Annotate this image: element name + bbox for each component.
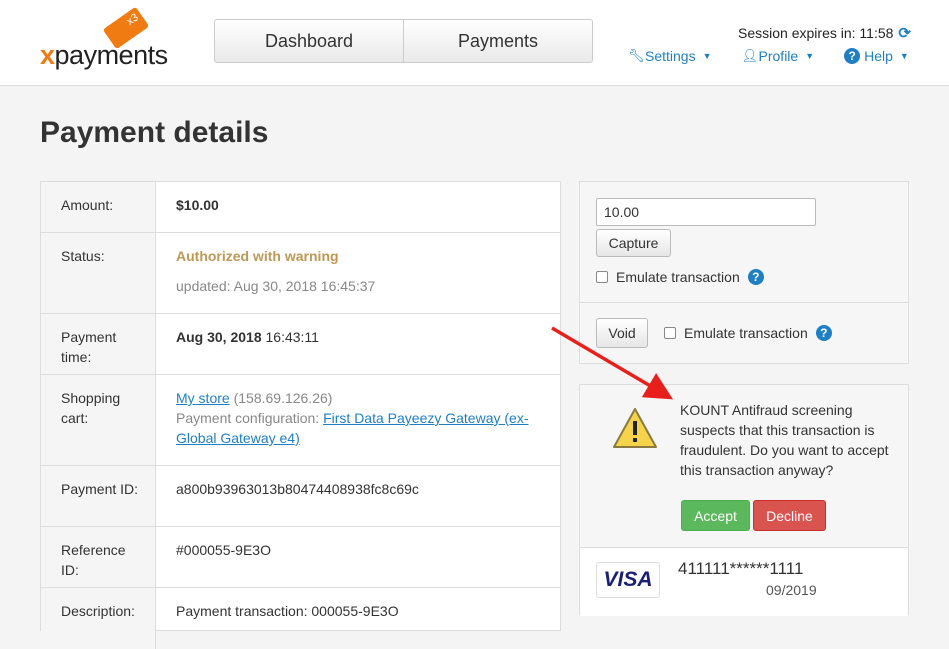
settings-menu[interactable]: 🔧︎ Settings ▼ [628,48,712,64]
payment-id-value: a800b93963013b80474408938fc8c69c [176,481,419,497]
payment-id-label: Payment ID: [41,466,156,526]
capture-button[interactable]: Capture [596,229,671,257]
status-updated: updated: Aug 30, 2018 16:45:37 [176,278,376,294]
visa-card-icon: VISA [596,562,660,598]
panel-divider [580,302,908,303]
description-value: Payment transaction: 000055-9E3O [176,603,399,619]
shopping-cart-label: Shopping cart: [41,375,156,465]
warning-icon [613,408,657,448]
profile-menu[interactable]: 👤︎ Profile ▼ [742,48,815,64]
panel-divider [580,547,908,548]
wrench-icon: 🔧︎ [628,48,645,63]
store-ip: (158.69.126.26) [233,390,333,406]
capture-amount-input[interactable] [596,198,816,226]
checkbox-icon[interactable] [664,327,676,339]
emulate-void-label: Emulate transaction [684,325,808,341]
status-value: Authorized with warning [176,248,339,264]
table-row-amount: Amount: $10.00 [41,182,560,233]
xpayments-logo[interactable]: x3 xpayments [40,6,175,70]
amount-label: Amount: [41,182,156,232]
table-row-reference-id: Reference ID: #000055-9E3O [41,527,560,588]
profile-label: Profile [758,48,799,64]
description-label: Description: [41,588,156,649]
emulate-capture-label: Emulate transaction [616,269,740,285]
payment-time-label: Payment time: [41,314,156,374]
capture-void-panel: Capture Emulate transaction ? Void Emula… [579,181,909,364]
payment-details-table: Amount: $10.00 Status: Authorized with w… [40,181,561,649]
table-row-shopping-cart: Shopping cart: My store (158.69.126.26) … [41,375,560,466]
reference-id-label: Reference ID: [41,527,156,587]
session-label: Session expires in: 11:58 [738,25,894,41]
fraud-alert-panel: KOUNT Antifraud screening suspects that … [579,384,909,616]
chevron-down-icon: ▼ [805,51,815,61]
nav-payments-button[interactable]: Payments [403,20,592,62]
top-header: x3 xpayments Dashboard Payments Session … [0,0,949,86]
help-menu[interactable]: ? Help ▼ [844,48,909,64]
settings-label: Settings [645,48,696,64]
logo-text: xpayments [40,40,168,70]
decline-button[interactable]: Decline [753,500,826,531]
accept-button[interactable]: Accept [681,500,750,531]
table-row-payment-id: Payment ID: a800b93963013b80474408938fc8… [41,466,560,527]
checkbox-icon[interactable] [596,271,608,283]
store-link[interactable]: My store [176,390,230,406]
chevron-down-icon: ▼ [702,51,712,61]
card-number: 411111******1111 [678,559,804,578]
question-circle-icon[interactable]: ? [747,269,764,285]
table-row-status: Status: Authorized with warning updated:… [41,233,560,314]
main-nav: Dashboard Payments [214,19,593,63]
question-circle-icon[interactable]: ? [815,325,832,341]
session-timer: Session expires in: 11:58 ⟳ [738,24,911,42]
card-expiry: 09/2019 [766,582,817,598]
table-row-payment-time: Payment time: Aug 30, 2018 16:43:11 [41,314,560,375]
status-label: Status: [41,233,156,313]
emulate-capture-checkbox[interactable]: Emulate transaction ? [596,269,764,285]
page-title: Payment details [40,116,269,149]
payment-clock: 16:43:11 [265,329,319,345]
question-circle-icon: ? [844,48,861,64]
refresh-icon[interactable]: ⟳ [898,24,911,42]
reference-id-value: #000055-9E3O [176,542,271,558]
table-row-description: Description: Payment transaction: 000055… [41,588,560,649]
fraud-message: KOUNT Antifraud screening suspects that … [680,402,889,478]
nav-dashboard-button[interactable]: Dashboard [215,20,403,62]
user-icon: 👤︎ [741,48,759,63]
help-label: Help [864,48,893,64]
payment-date: Aug 30, 2018 [176,329,262,345]
amount-value: $10.00 [176,197,219,213]
chevron-down-icon: ▼ [899,51,909,61]
card-info: VISA 411111******1111 09/2019 [580,547,908,616]
payment-config-label: Payment configuration: [176,410,320,426]
user-menu: 🔧︎ Settings ▼ 👤︎ Profile ▼ ? Help ▼ [628,48,909,64]
emulate-void-checkbox[interactable]: Emulate transaction ? [664,325,832,341]
void-button[interactable]: Void [596,318,648,348]
logo-tag-text: x3 [124,11,141,28]
